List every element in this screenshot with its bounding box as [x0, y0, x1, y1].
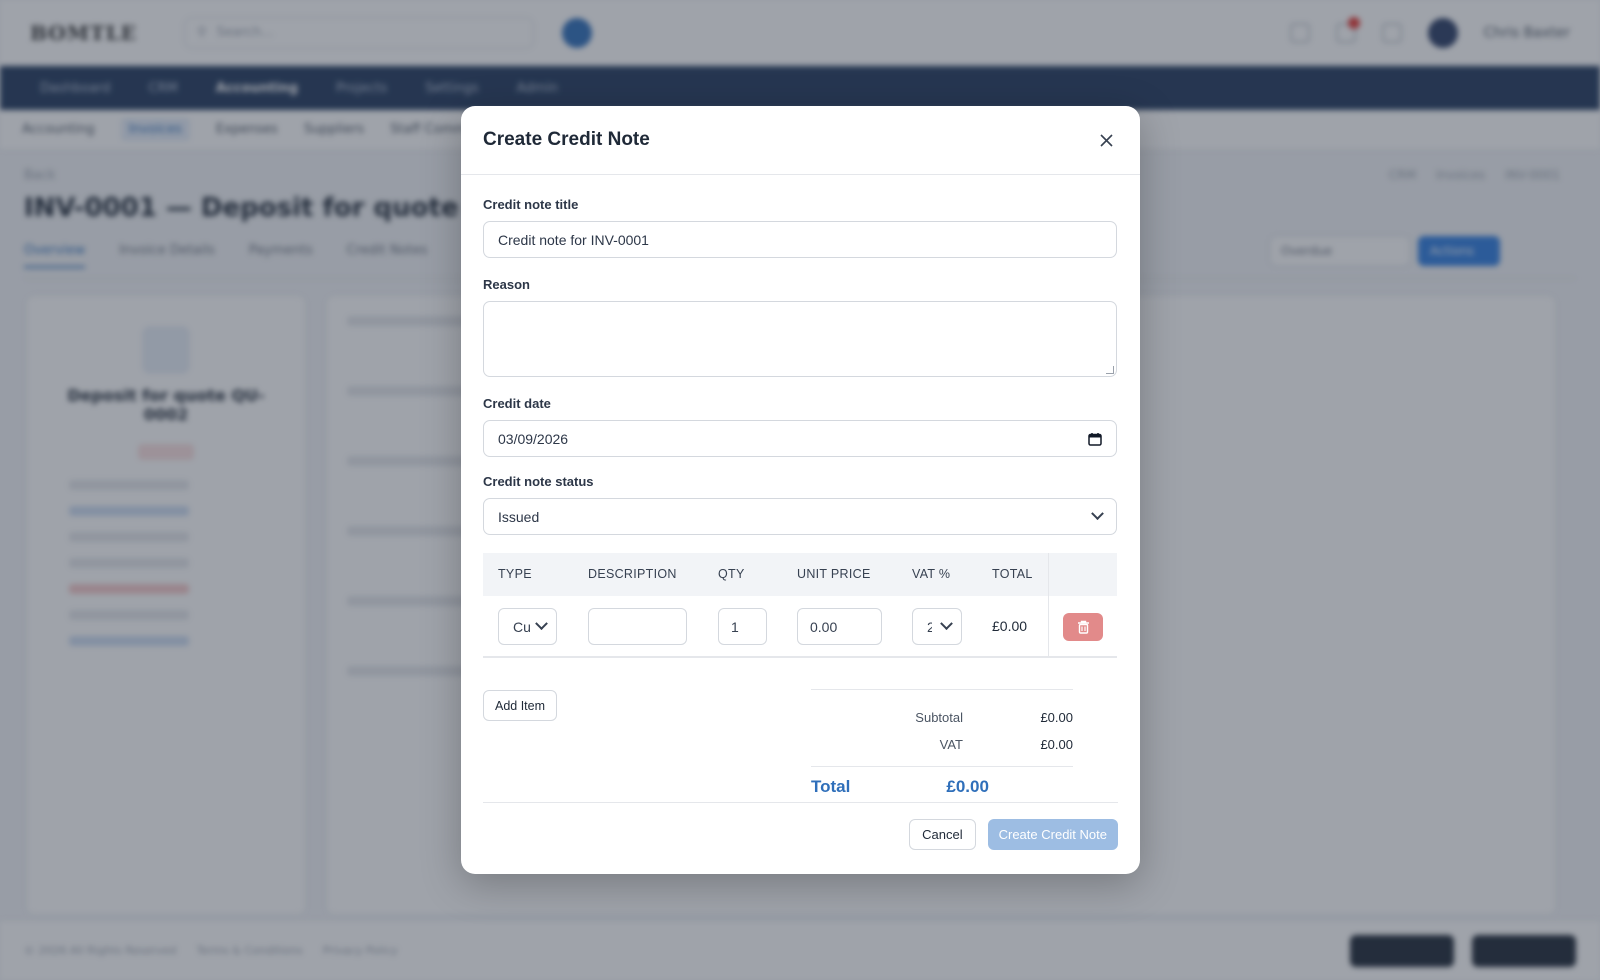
- chevron-down-icon: [940, 617, 953, 631]
- modal-header: Create Credit Note: [461, 106, 1140, 175]
- vat-value: 2: [927, 618, 932, 635]
- delete-row-button[interactable]: [1063, 613, 1103, 641]
- reason-label: Reason: [483, 277, 530, 292]
- chevron-down-icon: [535, 617, 548, 631]
- column-header-total: TOTAL: [992, 567, 1033, 581]
- column-divider: [1048, 553, 1049, 596]
- column-divider: [1048, 596, 1049, 656]
- vat-select[interactable]: 2: [912, 608, 962, 645]
- total-value: £0.00: [946, 776, 989, 796]
- column-header-qty: QTY: [718, 567, 745, 581]
- add-item-button[interactable]: Add Item: [483, 690, 558, 721]
- modal-title: Create Credit Note: [483, 129, 650, 150]
- resize-handle[interactable]: [1106, 366, 1114, 374]
- unit-price-value: 0.00: [810, 618, 838, 635]
- credit-date-input[interactable]: 03/09/2026: [483, 420, 1117, 457]
- vat-total-value: £0.00: [1040, 737, 1073, 752]
- credit-note-status-select[interactable]: Issued: [483, 498, 1117, 535]
- column-header-description: DESCRIPTION: [588, 567, 677, 581]
- trash-icon: [1077, 620, 1089, 634]
- credit-note-status-value: Issued: [498, 508, 540, 525]
- table-header: TYPE DESCRIPTION QTY UNIT PRICE VAT % TO…: [483, 553, 1117, 596]
- credit-date-label: Credit date: [483, 396, 551, 411]
- total-label: Total: [811, 776, 851, 796]
- line-items-table: TYPE DESCRIPTION QTY UNIT PRICE VAT % TO…: [483, 553, 1117, 658]
- subtotal-label: Subtotal: [915, 710, 963, 725]
- close-icon: [1099, 133, 1113, 147]
- credit-note-status-label: Credit note status: [483, 474, 594, 489]
- qty-value: 1: [731, 618, 739, 635]
- subtotal-row: Subtotal £0.00: [811, 704, 1073, 731]
- subtotal-value: £0.00: [1040, 710, 1073, 725]
- type-value: Cu: [513, 618, 531, 635]
- reason-textarea[interactable]: [483, 301, 1117, 377]
- title-label: Credit note title: [483, 197, 579, 212]
- credit-note-title-input[interactable]: Credit note for INV-0001: [483, 221, 1117, 258]
- cancel-button[interactable]: Cancel: [909, 819, 976, 850]
- modal-footer: Cancel Create Credit Note: [483, 802, 1118, 850]
- grand-total-row: Total £0.00: [811, 766, 1073, 806]
- create-credit-note-modal: Create Credit Note Credit note title Cre…: [461, 106, 1140, 874]
- table-row: Cu 1 0.00 2 £0.00: [483, 596, 1117, 657]
- vat-row: VAT £0.00: [811, 731, 1073, 758]
- close-button[interactable]: [1094, 128, 1118, 152]
- unit-price-input[interactable]: 0.00: [797, 608, 882, 645]
- totals-summary: Subtotal £0.00 VAT £0.00 Total £0.00: [811, 689, 1073, 806]
- column-header-vat: VAT %: [912, 567, 951, 581]
- modal-body: Credit note title Credit note for INV-00…: [461, 175, 1140, 658]
- calendar-icon[interactable]: [1088, 432, 1102, 446]
- qty-input[interactable]: 1: [718, 608, 767, 645]
- create-credit-note-button[interactable]: Create Credit Note: [987, 819, 1118, 850]
- description-input[interactable]: [588, 608, 687, 645]
- credit-date-value: 03/09/2026: [498, 430, 569, 447]
- chevron-down-icon: [1091, 507, 1104, 521]
- column-header-unit-price: UNIT PRICE: [797, 567, 871, 581]
- credit-note-title-value: Credit note for INV-0001: [498, 231, 649, 248]
- type-select[interactable]: Cu: [498, 608, 557, 645]
- vat-label: VAT: [939, 737, 963, 752]
- row-total: £0.00: [992, 618, 1028, 634]
- column-header-type: TYPE: [498, 567, 532, 581]
